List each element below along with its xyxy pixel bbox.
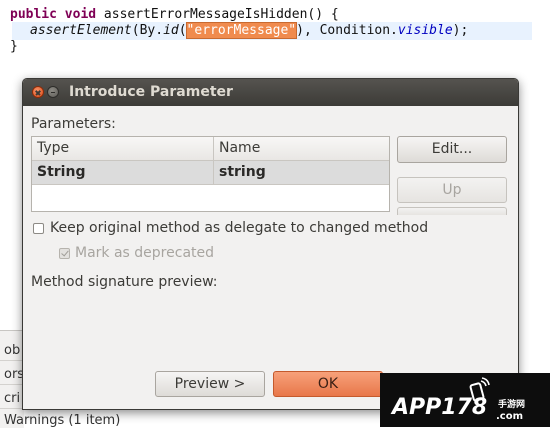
up-button[interactable]: Up bbox=[397, 177, 507, 203]
table-cell-type[interactable]: String bbox=[32, 161, 214, 184]
watermark-text: APP178 bbox=[392, 395, 488, 420]
table-header: Type Name bbox=[32, 137, 389, 161]
code-keyword: public void bbox=[10, 7, 97, 22]
parameters-table[interactable]: Type Name String string bbox=[31, 136, 390, 212]
signature-preview-label: Method signature preview: bbox=[31, 274, 218, 290]
code-method-signature: assertErrorMessageIsHidden() { bbox=[96, 7, 339, 22]
code-line-3[interactable]: } bbox=[10, 38, 18, 56]
behind-divider bbox=[0, 360, 24, 361]
watermark-domain: .com bbox=[496, 411, 524, 422]
code-by-method: id bbox=[163, 23, 179, 38]
code-field: visible bbox=[397, 23, 453, 38]
column-header-type[interactable]: Type bbox=[32, 137, 214, 160]
code-by-prefix: (By. bbox=[131, 23, 164, 38]
mark-deprecated-checkbox[interactable] bbox=[59, 248, 70, 259]
keep-delegate-label[interactable]: Keep original method as delegate to chan… bbox=[50, 219, 428, 237]
mark-deprecated-label[interactable]: Mark as deprecated bbox=[75, 244, 214, 262]
column-header-name[interactable]: Name bbox=[214, 137, 389, 160]
code-line-2[interactable]: assertElement(By.id("errorMessage"), Con… bbox=[12, 22, 532, 40]
minimize-icon[interactable] bbox=[47, 86, 59, 98]
preview-button[interactable]: Preview > bbox=[155, 371, 265, 397]
parameters-label: Parameters: bbox=[31, 116, 116, 132]
code-method-call: assertElement bbox=[30, 23, 132, 38]
behind-text-fragment: ob bbox=[4, 343, 21, 358]
keep-delegate-checkbox[interactable] bbox=[33, 223, 44, 234]
selected-string-literal[interactable]: "errorMessage" bbox=[185, 22, 298, 39]
introduce-parameter-dialog: Introduce Parameter Parameters: Type Nam… bbox=[22, 78, 519, 410]
table-cell-name[interactable]: string bbox=[214, 161, 389, 184]
behind-divider bbox=[0, 384, 24, 385]
code-after-arg: ), Condition. bbox=[296, 23, 398, 38]
watermark-side-text: 手游网 bbox=[498, 400, 526, 410]
code-paren-open: ( bbox=[178, 23, 187, 38]
behind-divider bbox=[0, 408, 24, 409]
watermark-logo: APP178 手游网 .com bbox=[380, 373, 550, 427]
table-row[interactable]: String string bbox=[32, 161, 389, 185]
dialog-titlebar[interactable]: Introduce Parameter bbox=[23, 79, 518, 106]
dialog-title: Introduce Parameter bbox=[69, 84, 233, 100]
close-icon[interactable] bbox=[32, 86, 44, 98]
edit-button[interactable]: Edit... bbox=[397, 136, 507, 163]
ok-button[interactable]: OK bbox=[273, 371, 383, 397]
code-line-end: ); bbox=[452, 23, 469, 38]
behind-text-fragment: cri bbox=[4, 391, 21, 406]
behind-text-fragment: Warnings (1 item) bbox=[4, 413, 121, 428]
down-button[interactable] bbox=[397, 207, 507, 215]
